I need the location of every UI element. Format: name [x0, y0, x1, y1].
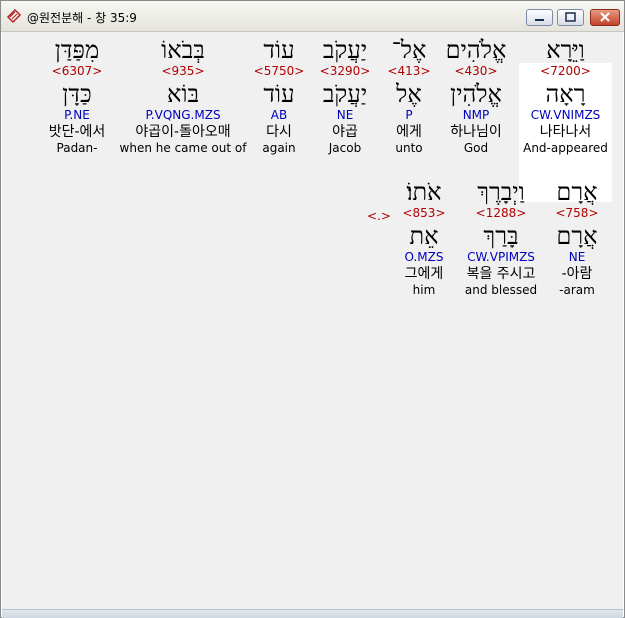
word-column[interactable]: עוֹד <5750> עוֹד AB 다시 again: [249, 36, 309, 155]
strong-number[interactable]: <935>: [117, 64, 249, 78]
strong-number[interactable]: <6307>: [40, 64, 114, 78]
korean-gloss: -아람: [561, 266, 593, 282]
morphology-code: AB: [270, 108, 288, 122]
korean-gloss: 나타나서: [539, 124, 592, 140]
title-bar[interactable]: @원전분해 - 창 35:9: [1, 1, 624, 32]
korean-gloss: 복을 주시고: [466, 266, 536, 282]
word-column[interactable]: יַעֲקֹב <3290> יַעֲקֹב NE 야곱 Jacob: [313, 36, 377, 155]
strong-number[interactable]: <3290>: [313, 64, 377, 78]
minimize-icon: [535, 19, 544, 21]
lemma: יַעֲקֹב: [322, 80, 368, 108]
word-column[interactable]: אֶל־ <413> אֶל P 에게 unto: [381, 36, 437, 155]
korean-gloss: 야곱: [332, 124, 358, 140]
english-gloss: Padan-: [56, 141, 98, 155]
lemma: כַּדָּן: [62, 80, 92, 108]
word-column[interactable]: וַיֵּרָא <7200> רָאָה CW.VNIMZS 나타나서 And…: [519, 36, 612, 155]
english-gloss: again: [262, 141, 296, 155]
morphology-code: P.VQNG.MZS: [145, 108, 221, 122]
status-bar: [2, 609, 623, 618]
english-gloss: God: [463, 141, 489, 155]
app-window: @원전분해 - 창 35:9 וַיֵּרָא <7200> רָאָה CW.…: [0, 0, 625, 618]
hebrew-word: אֶל־: [391, 36, 427, 64]
word-column[interactable]: מִפַּדַּן <6307> כַּדָּן P.NE 밧단-에서 Pada…: [40, 36, 114, 155]
korean-gloss: 다시: [266, 124, 292, 140]
strong-number[interactable]: <7200>: [519, 64, 612, 78]
app-icon: [6, 8, 22, 24]
morphology-code: P: [405, 108, 413, 122]
hebrew-word: בְּבֹאוֹ: [161, 36, 205, 64]
morphology-code: CW.VNIMZS: [530, 108, 601, 122]
english-gloss: and blessed: [464, 283, 538, 297]
window-title: @원전분해 - 창 35:9: [27, 11, 137, 25]
hebrew-word: אֲרָם: [556, 178, 598, 206]
strong-number[interactable]: <1288>: [458, 206, 544, 220]
strong-number[interactable]: <758>: [545, 206, 609, 220]
minimize-button[interactable]: [526, 9, 553, 26]
hebrew-word: אֱלֹהִים: [445, 36, 507, 64]
hebrew-word: מִפַּדַּן: [54, 36, 100, 64]
verse-analysis-pane[interactable]: וַיֵּרָא <7200> רָאָה CW.VNIMZS 나타나서 And…: [2, 32, 623, 609]
morphology-code: CW.VPIMZS: [467, 250, 535, 264]
hebrew-word: יַעֲקֹב: [322, 36, 368, 64]
word-column[interactable]: אֹתוֹ׃ <853> אֵת O.MZS 그에게 him: [395, 178, 453, 297]
word-column[interactable]: אֲרָם <758> אֲרָם NE -아람 -aram: [545, 178, 609, 297]
lemma: אֶל: [396, 80, 422, 108]
korean-gloss: 그에게: [404, 266, 444, 282]
english-gloss: Jacob: [328, 141, 362, 155]
hebrew-word: וַיְבָרֶךְ: [477, 178, 525, 206]
english-gloss: when he came out of: [119, 141, 247, 155]
english-gloss: unto: [395, 141, 423, 155]
korean-gloss: 야곱이-돌아오매: [135, 124, 231, 140]
strong-number[interactable]: <853>: [395, 206, 453, 220]
morphology-code: NMP: [462, 108, 490, 122]
korean-gloss: 밧단-에서: [48, 124, 106, 140]
lemma: בָּרַךְ: [483, 222, 519, 250]
english-gloss: him: [412, 283, 436, 297]
korean-gloss: 에게: [396, 124, 422, 140]
morphology-code: P.NE: [64, 108, 90, 122]
lemma: עוֹד: [263, 80, 295, 108]
lemma: אֱלֹהִין: [450, 80, 502, 108]
morphology-code: O.MZS: [404, 250, 444, 264]
maximize-icon: [565, 12, 576, 22]
close-icon: [600, 12, 610, 22]
morphology-code: NE: [568, 250, 586, 264]
english-gloss: And-appeared: [523, 141, 608, 155]
word-column[interactable]: בְּבֹאוֹ <935> בּוֹא P.VQNG.MZS 야곱이-돌아오매…: [117, 36, 249, 155]
hebrew-word: עוֹד: [263, 36, 295, 64]
lemma: בּוֹא: [166, 80, 200, 108]
hebrew-word: אֹתוֹ׃: [406, 178, 442, 206]
korean-gloss: 하나님이: [450, 124, 502, 140]
word-column[interactable]: אֱלֹהִים <430> אֱלֹהִין NMP 하나님이 God: [436, 36, 516, 155]
lemma: אֵת: [409, 222, 439, 250]
strong-number[interactable]: <413>: [381, 64, 437, 78]
strong-number[interactable]: <5750>: [249, 64, 309, 78]
lemma: אֲרָם: [556, 222, 598, 250]
maximize-button[interactable]: [557, 9, 584, 26]
close-button[interactable]: [590, 9, 620, 26]
morphology-code: NE: [336, 108, 354, 122]
verse-end-marker: <.>: [367, 209, 391, 223]
hebrew-word: וַיֵּרָא: [546, 36, 585, 64]
lemma: רָאָה: [545, 80, 586, 108]
english-gloss: -aram: [559, 283, 595, 297]
strong-number[interactable]: <430>: [436, 64, 516, 78]
word-column[interactable]: וַיְבָרֶךְ <1288> בָּרַךְ CW.VPIMZS 복을 주…: [458, 178, 544, 297]
